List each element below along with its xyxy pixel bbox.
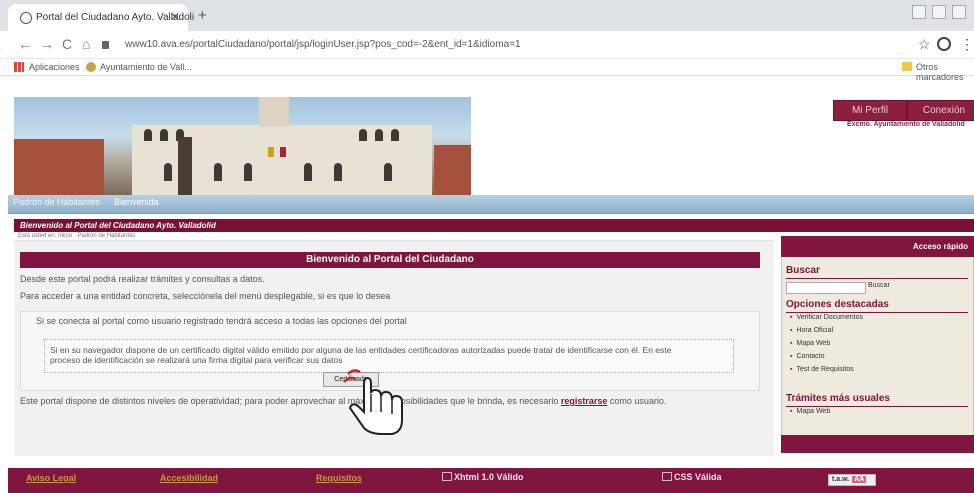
nav-item-bienvenida[interactable]: Bienvenida xyxy=(114,197,159,207)
page-footer: Aviso Legal Accesibilidad Requisitos Xht… xyxy=(8,468,974,493)
sidebar-item-verificar[interactable]: Verificar Documentos xyxy=(790,314,863,321)
new-tab-button[interactable]: + xyxy=(198,7,207,24)
reload-button[interactable]: C xyxy=(62,36,72,52)
nav-item-padron[interactable]: Padrón de Habitantes xyxy=(13,197,100,207)
intro-paragraph: Desde este portal podrá realizar trámite… xyxy=(20,274,265,284)
divider xyxy=(786,278,968,279)
ayuntamiento-caption: Excmo. Ayuntamiento de Valladolid xyxy=(847,121,965,128)
browser-tab[interactable]: Portal del Ciudadano Ayto. Valladoli ✕ xyxy=(8,4,194,31)
account-icon[interactable] xyxy=(937,37,951,51)
minimize-icon[interactable] xyxy=(912,5,926,19)
register-text-after: como usuario. xyxy=(609,396,667,406)
home-button[interactable]: ⌂ xyxy=(82,36,90,52)
sidebar-item-test[interactable]: Test de Requisitos xyxy=(790,366,853,373)
entity-select-paragraph: Para acceder a una entidad concreta, sel… xyxy=(20,291,391,301)
maximize-icon[interactable] xyxy=(932,5,946,19)
css-badge-label: CSS Válida xyxy=(674,472,722,482)
browser-menu-icon[interactable]: ⋮ xyxy=(960,36,974,53)
aviso-legal-link[interactable]: Aviso Legal xyxy=(26,473,76,483)
sidebar-footer xyxy=(781,435,974,453)
bookmark-apps[interactable]: Aplicaciones xyxy=(29,62,80,72)
register-text-before: Este portal dispone de distintos niveles… xyxy=(20,396,559,406)
search-input[interactable] xyxy=(786,282,866,294)
bookmark-ayuntamiento[interactable]: Ayuntamiento de Vall... xyxy=(100,62,192,72)
search-button[interactable]: Buscar xyxy=(868,282,890,289)
sidebar-item-mapa[interactable]: Mapa Web xyxy=(790,340,830,347)
mi-perfil-button[interactable]: Mi Perfil xyxy=(833,100,907,121)
taw-aa-label: AA xyxy=(852,476,867,483)
registered-user-text: Si se conecta al portal como usuario reg… xyxy=(36,316,407,326)
bookmark-star-icon[interactable]: ☆ xyxy=(918,36,931,53)
address-bar-row: ← → C ⌂ www10.ava.es/portalCiudadano/por… xyxy=(0,31,974,59)
sidebar-header: Acceso rápido xyxy=(781,236,974,257)
apps-grid-icon xyxy=(14,62,24,72)
xhtml-badge-label: Xhtml 1.0 Válido xyxy=(454,472,524,482)
hand-shape xyxy=(348,376,403,435)
bookmark-other[interactable]: Otros marcadores xyxy=(916,62,974,82)
taw-badge[interactable]: t.a.w. AA xyxy=(828,474,876,486)
sidebar-item-tramite-mapa[interactable]: Mapa Web xyxy=(790,408,830,415)
hand-pointer-cursor-icon xyxy=(343,369,403,435)
close-tab-icon[interactable]: ✕ xyxy=(170,10,180,24)
close-window-icon[interactable] xyxy=(952,5,966,19)
tramites-title: Trámites más usuales xyxy=(786,393,890,404)
forward-button[interactable]: → xyxy=(40,36,54,52)
divider xyxy=(786,406,968,407)
conexion-button[interactable]: Conexión xyxy=(907,100,974,121)
breadcrumb: Está usted en: Inicio · Padrón de Habita… xyxy=(18,233,136,239)
welcome-bar: Bienvenido al Portal del Ciudadano Ayto.… xyxy=(14,219,974,232)
browser-tab-bar: Portal del Ciudadano Ayto. Valladoli ✕ + xyxy=(0,0,974,31)
divider xyxy=(786,312,968,313)
broken-image-icon xyxy=(442,472,452,481)
main-heading: Bienvenido al Portal del Ciudadano xyxy=(20,252,760,268)
broken-image-icon xyxy=(662,472,672,481)
certificate-text-line1: Si en su navegador dispone de un certifi… xyxy=(50,345,672,355)
ayuntamiento-favicon-icon xyxy=(86,62,96,72)
lock-icon xyxy=(102,41,109,49)
click-ray-icon xyxy=(347,369,361,375)
registrarse-link[interactable]: registrarse xyxy=(561,396,608,406)
folder-icon xyxy=(902,62,912,71)
accesibilidad-link[interactable]: Accesibilidad xyxy=(160,473,218,483)
back-button[interactable]: ← xyxy=(18,36,32,52)
buscar-title: Buscar xyxy=(786,265,820,276)
sidebar-item-contacto[interactable]: Contacto xyxy=(790,353,824,360)
destacadas-title: Opciones destacadas xyxy=(786,299,889,310)
url-field[interactable]: www10.ava.es/portalCiudadano/portal/jsp/… xyxy=(113,35,903,55)
globe-icon xyxy=(20,12,32,24)
city-hall-banner-image xyxy=(14,97,471,195)
bookmarks-bar: Aplicaciones Ayuntamiento de Vall... Otr… xyxy=(0,59,974,82)
main-navigation: Padrón de Habitantes Bienvenida xyxy=(8,195,974,214)
requisitos-link[interactable]: Requisitos xyxy=(316,473,362,483)
taw-label: t.a.w. xyxy=(832,476,850,483)
certificate-text-line2: proceso de identificación se realizará u… xyxy=(50,355,343,365)
xhtml-badge[interactable]: Xhtml 1.0 Válido xyxy=(442,472,524,482)
css-badge[interactable]: CSS Válida xyxy=(662,472,722,482)
sidebar-item-hora[interactable]: Hora Oficial xyxy=(790,327,833,334)
click-ray-icon xyxy=(343,376,357,383)
